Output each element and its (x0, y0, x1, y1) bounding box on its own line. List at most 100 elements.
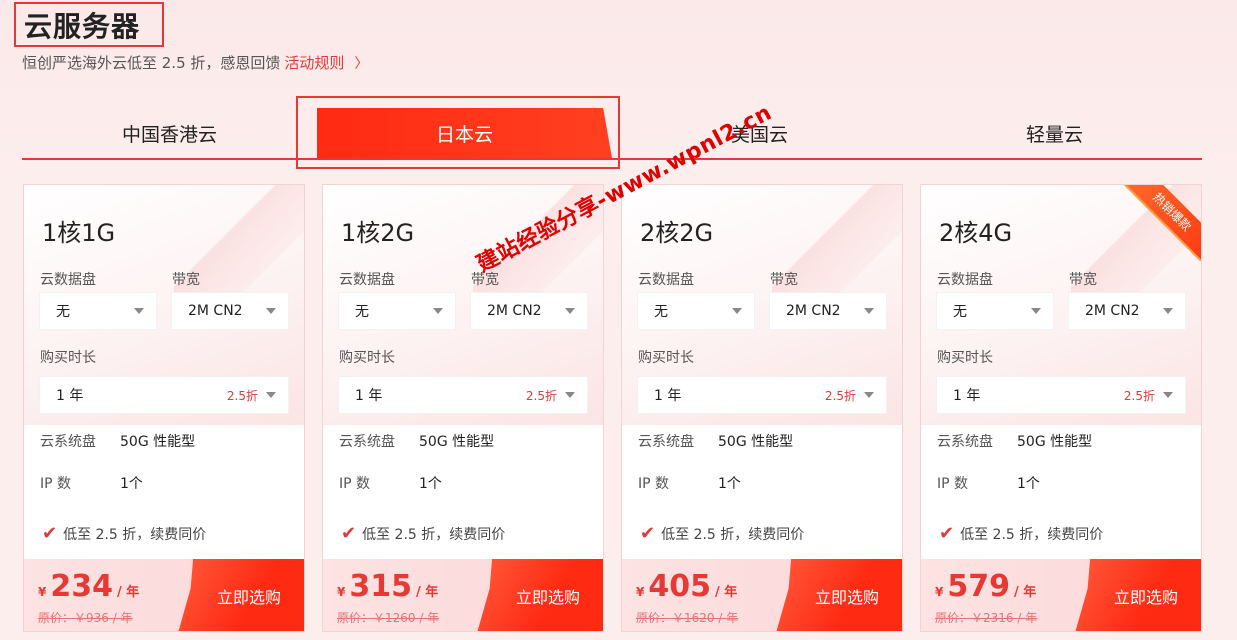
price-value: 405 (648, 569, 711, 604)
caret-down-icon (864, 308, 874, 314)
promo-text: 低至 2.5 折，续费同价 (960, 526, 1104, 543)
card-title: 2核4G (939, 219, 1013, 247)
bandwidth-label: 带宽 (172, 272, 200, 288)
disk-value: 无 (56, 304, 70, 320)
caret-down-icon (565, 392, 575, 398)
original-price: 原价：￥1260 / 年 (337, 611, 440, 625)
region-tabs: 中国香港云 日本云 美国云 轻量云 (22, 108, 1202, 160)
currency-symbol: ¥ (337, 585, 346, 599)
bandwidth-value: 2M CN2 (786, 303, 841, 319)
buy-label: 立即选购 (515, 588, 580, 607)
caret-down-icon (864, 392, 874, 398)
tab-label: 美国云 (730, 123, 788, 146)
check-icon: ✔ (939, 523, 955, 544)
promo-line: ✔ 低至 2.5 折，续费同价 (939, 523, 1103, 544)
product-card: 1核2G 云数据盘 带宽 无 2M CN2 购买时长 1 年 2.5折 云系统盘 … (322, 184, 604, 632)
duration-select[interactable]: 1 年 2.5折 (40, 377, 288, 413)
buy-button[interactable]: 立即选购 (1075, 559, 1201, 631)
tab-usa[interactable]: 美国云 (612, 108, 907, 158)
check-icon: ✔ (42, 523, 58, 544)
system-disk-label: 云系统盘 (638, 434, 694, 450)
product-card: 1核1G 云数据盘 带宽 无 2M CN2 购买时长 1 年 2.5折 云系统盘 … (23, 184, 305, 632)
page-title-box: 云服务器 (14, 2, 164, 47)
promo-line: ✔ 低至 2.5 折，续费同价 (42, 523, 206, 544)
ip-value: 1个 (120, 476, 143, 492)
price-unit: / 年 (116, 585, 140, 600)
disk-select[interactable]: 无 (40, 293, 156, 329)
discount-tag: 2.5折 (525, 388, 557, 403)
disk-value: 无 (953, 304, 967, 320)
price-unit: / 年 (714, 585, 738, 600)
disk-select[interactable]: 无 (937, 293, 1053, 329)
disk-select[interactable]: 无 (339, 293, 455, 329)
product-card: 2核2G 云数据盘 带宽 无 2M CN2 购买时长 1 年 2.5折 云系统盘 … (621, 184, 903, 632)
tab-lightweight[interactable]: 轻量云 (907, 108, 1202, 158)
subtitle: 恒创严选海外云低至 2.5 折，感恩回馈 活动规则 〉 (22, 52, 368, 73)
check-icon: ✔ (640, 523, 656, 544)
system-disk-value: 50G 性能型 (419, 434, 495, 450)
promo-text: 低至 2.5 折，续费同价 (661, 526, 805, 543)
duration-label: 购买时长 (937, 350, 993, 366)
disk-label: 云数据盘 (339, 272, 395, 288)
currency-symbol: ¥ (636, 585, 645, 599)
caret-down-icon (1163, 308, 1173, 314)
duration-label: 购买时长 (40, 350, 96, 366)
rules-link[interactable]: 活动规则 (284, 52, 344, 73)
bandwidth-select[interactable]: 2M CN2 (471, 293, 587, 329)
bandwidth-value: 2M CN2 (188, 303, 243, 319)
bandwidth-select[interactable]: 2M CN2 (1069, 293, 1185, 329)
bandwidth-label: 带宽 (471, 272, 499, 288)
check-icon: ✔ (341, 523, 357, 544)
duration-select[interactable]: 1 年 2.5折 (339, 377, 587, 413)
buy-button[interactable]: 立即选购 (178, 559, 304, 631)
discount-tag: 2.5折 (1123, 388, 1155, 403)
buy-label: 立即选购 (814, 588, 879, 607)
duration-select[interactable]: 1 年 2.5折 (638, 377, 886, 413)
price-value: 315 (349, 569, 412, 604)
duration-label: 购买时长 (638, 350, 694, 366)
price-bar: ¥234/ 年 原价：￥936 / 年 立即选购 (24, 559, 304, 631)
duration-value: 1 年 (56, 388, 84, 404)
duration-value: 1 年 (654, 388, 682, 404)
caret-down-icon (134, 308, 144, 314)
bandwidth-select[interactable]: 2M CN2 (172, 293, 288, 329)
ip-value: 1个 (419, 476, 442, 492)
disk-value: 无 (654, 304, 668, 320)
tab-label: 日本云 (435, 123, 493, 146)
system-disk-value: 50G 性能型 (718, 434, 794, 450)
ip-value: 1个 (718, 476, 741, 492)
price-bar: ¥405/ 年 原价：￥1620 / 年 立即选购 (622, 559, 902, 631)
price-unit: / 年 (415, 585, 439, 600)
buy-label: 立即选购 (216, 588, 281, 607)
ip-label: IP 数 (937, 476, 969, 492)
currency-symbol: ¥ (38, 585, 47, 599)
discount-tag: 2.5折 (824, 388, 856, 403)
subtitle-text: 恒创严选海外云低至 2.5 折，感恩回馈 (22, 54, 281, 72)
currency-symbol: ¥ (935, 585, 944, 599)
disk-label: 云数据盘 (40, 272, 96, 288)
discount-tag: 2.5折 (226, 388, 258, 403)
buy-button[interactable]: 立即选购 (477, 559, 603, 631)
chevron-right-icon[interactable]: 〉 (354, 53, 368, 73)
bandwidth-select[interactable]: 2M CN2 (770, 293, 886, 329)
tab-hongkong[interactable]: 中国香港云 (22, 108, 317, 158)
system-disk-value: 50G 性能型 (120, 434, 196, 450)
disk-label: 云数据盘 (638, 272, 694, 288)
buy-button[interactable]: 立即选购 (776, 559, 902, 631)
promo-text: 低至 2.5 折，续费同价 (362, 526, 506, 543)
price-bar: ¥315/ 年 原价：￥1260 / 年 立即选购 (323, 559, 603, 631)
caret-down-icon (433, 308, 443, 314)
disk-select[interactable]: 无 (638, 293, 754, 329)
tab-label: 轻量云 (1025, 123, 1083, 146)
price-unit: / 年 (1013, 585, 1037, 600)
duration-label: 购买时长 (339, 350, 395, 366)
tab-japan[interactable]: 日本云 (317, 108, 612, 158)
buy-label: 立即选购 (1113, 588, 1178, 607)
card-title: 1核1G (42, 219, 116, 247)
promo-line: ✔ 低至 2.5 折，续费同价 (640, 523, 804, 544)
system-disk-label: 云系统盘 (40, 434, 96, 450)
duration-select[interactable]: 1 年 2.5折 (937, 377, 1185, 413)
card-title: 1核2G (341, 219, 415, 247)
promo-line: ✔ 低至 2.5 折，续费同价 (341, 523, 505, 544)
caret-down-icon (266, 392, 276, 398)
